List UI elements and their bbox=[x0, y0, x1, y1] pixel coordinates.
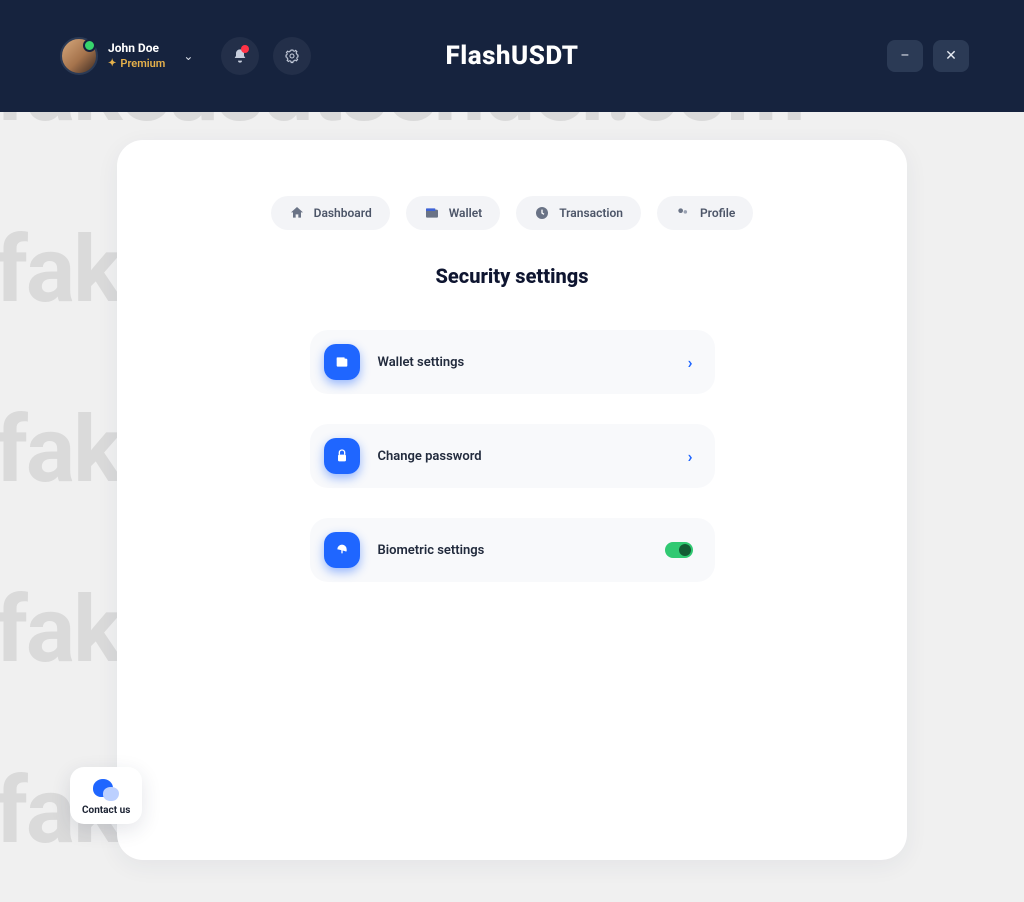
tab-transaction[interactable]: Transaction bbox=[516, 196, 641, 230]
nav-tabs: Dashboard Wallet Transaction Profile bbox=[117, 196, 907, 230]
wallet-icon bbox=[424, 205, 440, 221]
stage: Dashboard Wallet Transaction Profile bbox=[0, 112, 1024, 860]
page-title: Security settings bbox=[117, 264, 907, 288]
brand-title: FlashUSDT bbox=[445, 41, 578, 71]
user-text: John Doe Premium bbox=[108, 41, 165, 71]
contact-us-button[interactable]: Contact us bbox=[70, 767, 142, 824]
fingerprint-icon bbox=[324, 532, 360, 568]
settings-list: Wallet settings › Change password › Biom… bbox=[117, 330, 907, 582]
user-plan-label: Premium bbox=[108, 57, 165, 71]
notifications-button[interactable] bbox=[221, 37, 259, 75]
settings-button[interactable] bbox=[273, 37, 311, 75]
window-controls: – ✕ bbox=[887, 40, 969, 72]
close-button[interactable]: ✕ bbox=[933, 40, 969, 72]
chevron-right-icon: › bbox=[688, 353, 693, 372]
app-header: John Doe Premium ⌄ FlashUSDT – ✕ bbox=[0, 0, 1024, 112]
tab-label: Wallet bbox=[449, 206, 483, 220]
setting-biometric[interactable]: Biometric settings bbox=[310, 518, 715, 582]
chevron-down-icon[interactable]: ⌄ bbox=[183, 49, 193, 63]
setting-label: Wallet settings bbox=[378, 355, 670, 370]
lock-icon bbox=[324, 438, 360, 474]
minimize-icon: – bbox=[900, 48, 909, 64]
contact-label: Contact us bbox=[82, 805, 130, 816]
setting-change-password[interactable]: Change password › bbox=[310, 424, 715, 488]
close-icon: ✕ bbox=[945, 48, 957, 64]
main-card: Dashboard Wallet Transaction Profile bbox=[117, 140, 907, 860]
home-icon bbox=[289, 205, 305, 221]
chevron-right-icon: › bbox=[688, 447, 693, 466]
wallet-settings-icon bbox=[324, 344, 360, 380]
setting-label: Biometric settings bbox=[378, 543, 647, 558]
tab-dashboard[interactable]: Dashboard bbox=[271, 196, 390, 230]
user-menu[interactable]: John Doe Premium ⌄ bbox=[60, 37, 193, 75]
chat-icon bbox=[93, 779, 119, 801]
tab-wallet[interactable]: Wallet bbox=[406, 196, 501, 230]
setting-wallet[interactable]: Wallet settings › bbox=[310, 330, 715, 394]
tab-label: Profile bbox=[700, 206, 735, 220]
minimize-button[interactable]: – bbox=[887, 40, 923, 72]
avatar bbox=[60, 37, 98, 75]
tab-label: Transaction bbox=[559, 206, 623, 220]
gear-icon bbox=[284, 48, 300, 64]
profile-icon bbox=[675, 205, 691, 221]
tab-label: Dashboard bbox=[314, 206, 372, 220]
user-name-label: John Doe bbox=[108, 41, 165, 57]
biometric-toggle[interactable] bbox=[665, 542, 693, 558]
clock-icon bbox=[534, 205, 550, 221]
tab-profile[interactable]: Profile bbox=[657, 196, 753, 230]
setting-label: Change password bbox=[378, 449, 670, 464]
